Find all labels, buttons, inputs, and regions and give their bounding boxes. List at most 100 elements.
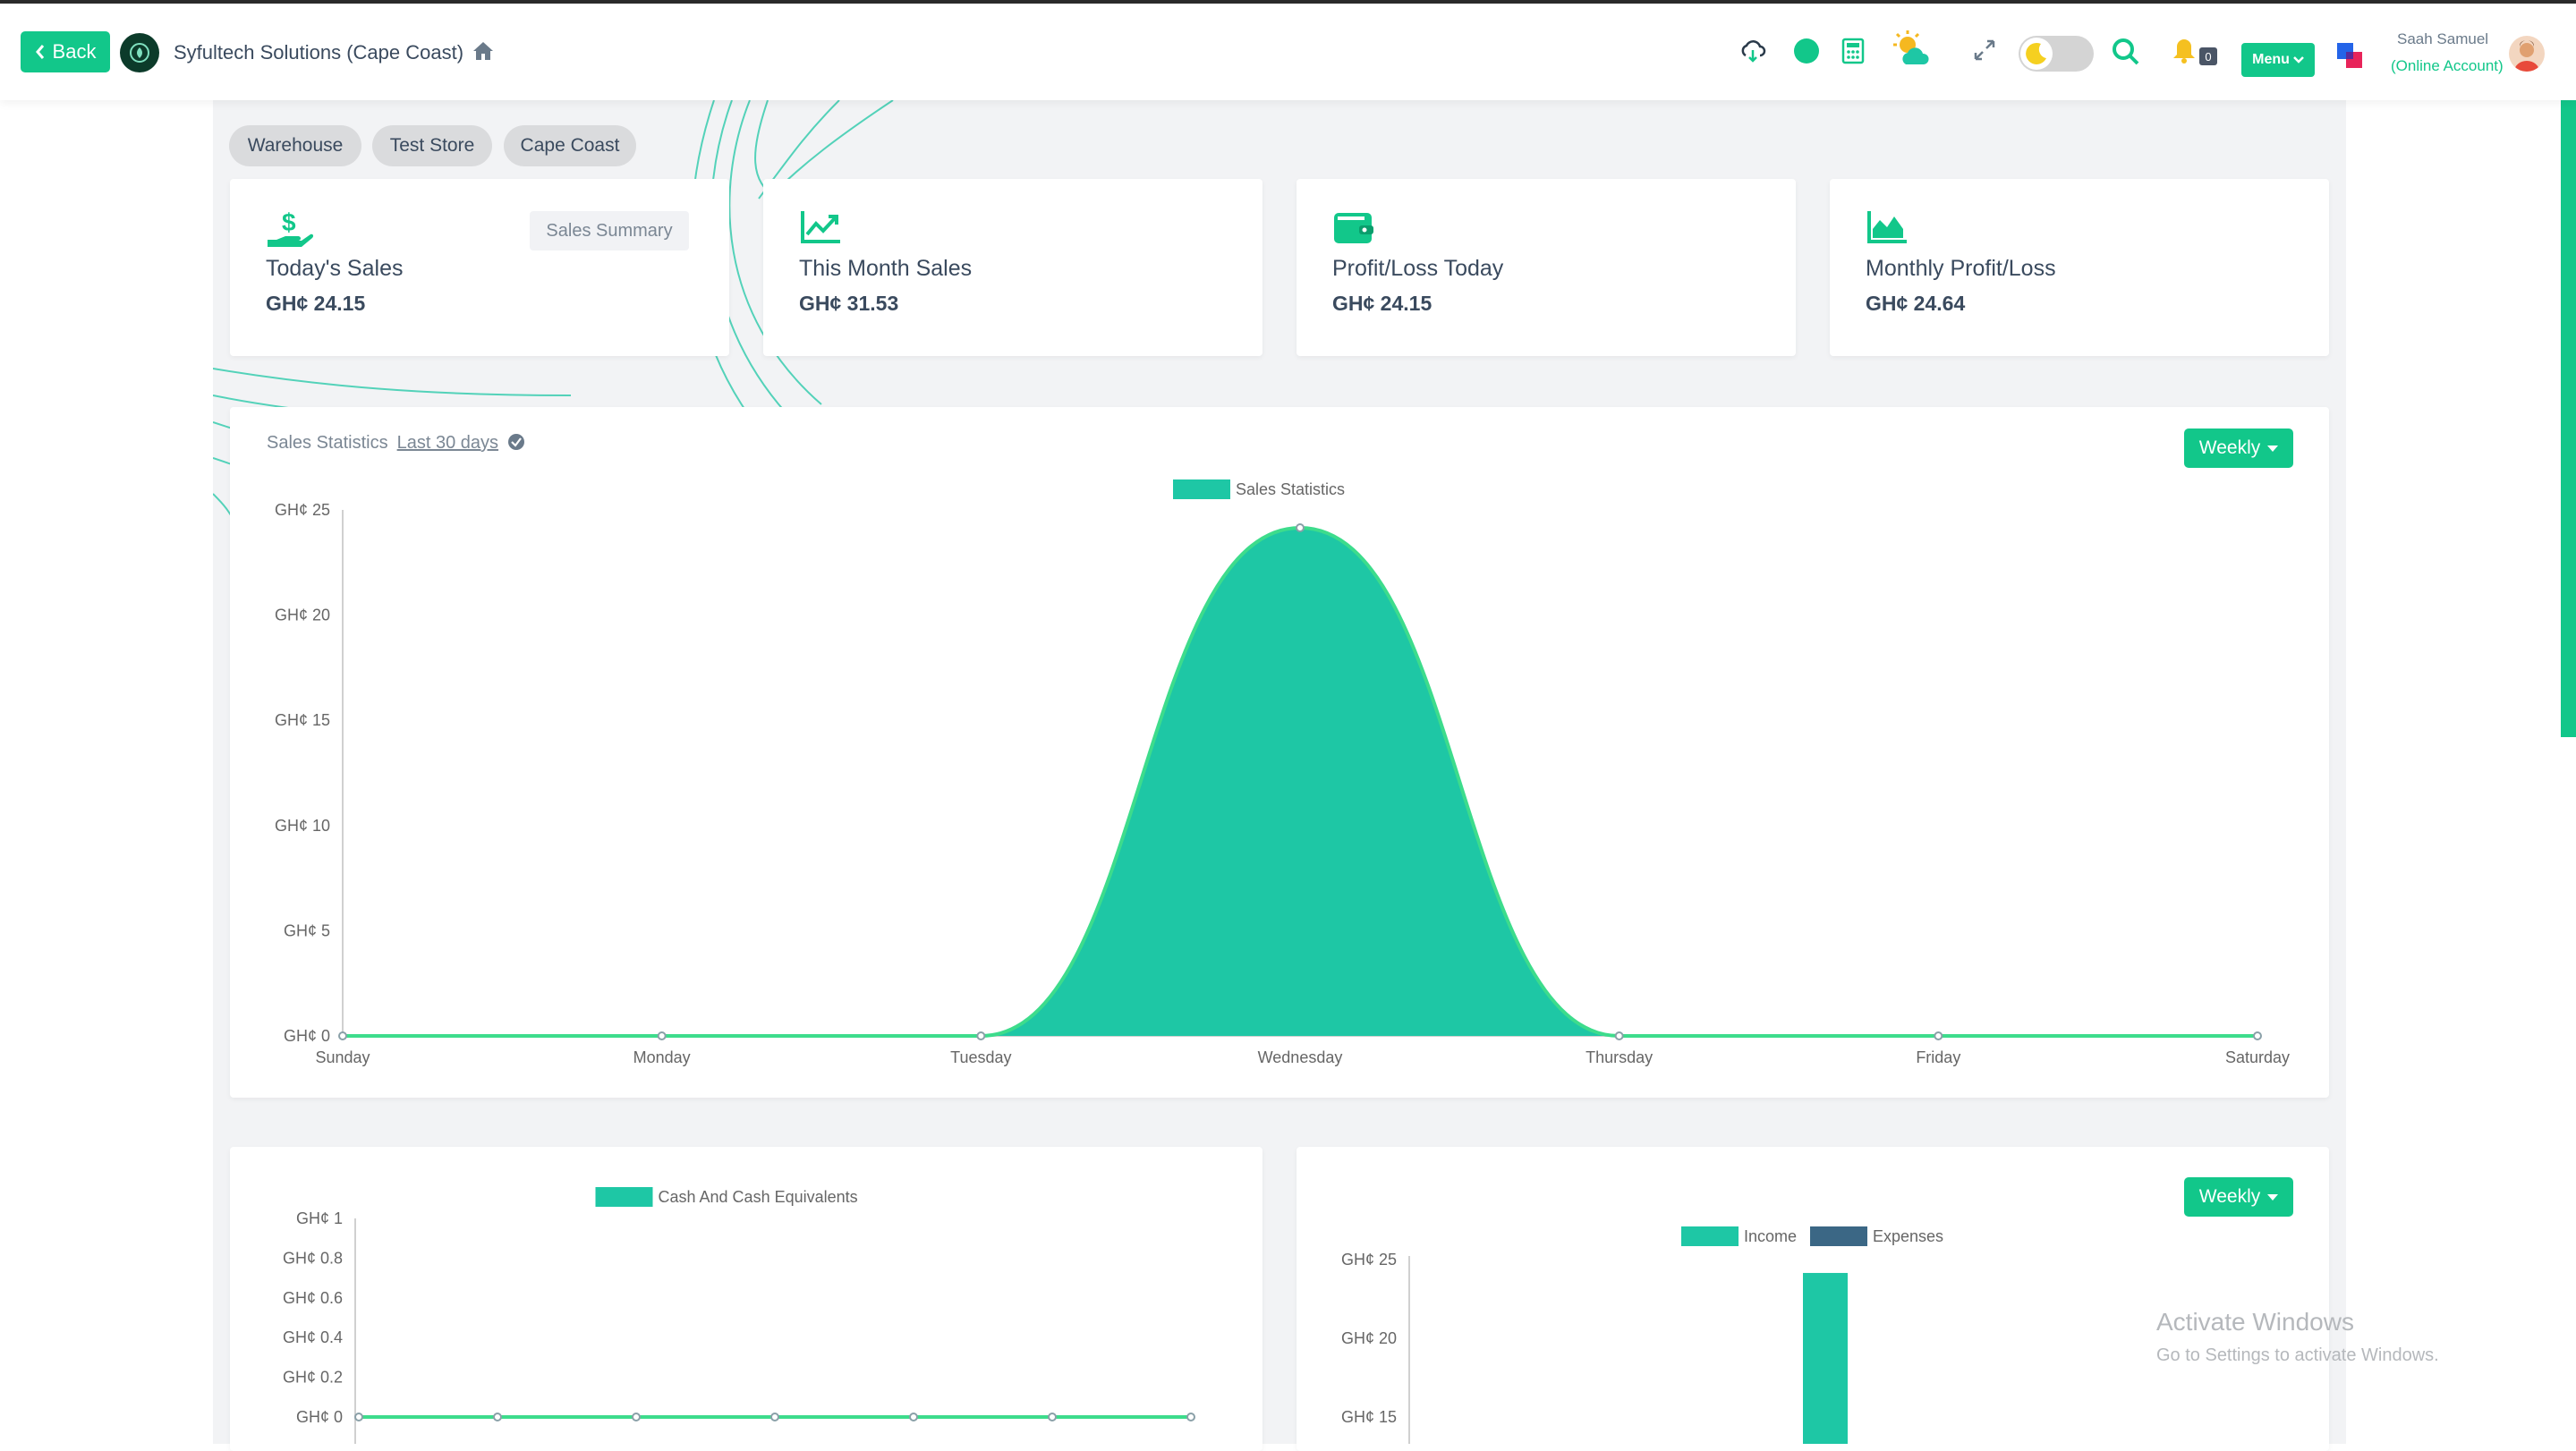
y-tick-label: GH¢ 15 <box>275 711 330 729</box>
stat-label: Profit/Loss Today <box>1332 256 1504 281</box>
stat-value: GH¢ 24.15 <box>266 292 366 315</box>
data-point <box>1048 1413 1057 1421</box>
cloud-sync-icon[interactable] <box>1739 38 1766 64</box>
top-navbar: Back Syfultech Solutions (Cape Coast) 0 … <box>0 4 2576 100</box>
income-expenses-chart: Income Expenses GH¢ 25 GH¢ 20 GH¢ 15 <box>1341 1226 1943 1444</box>
calculator-icon[interactable] <box>1841 38 1865 64</box>
y-tick-label: GH¢ 10 <box>275 817 330 835</box>
activate-windows-title: Activate Windows <box>2156 1308 2354 1336</box>
menu-label: Menu <box>2252 52 2290 67</box>
y-tick-label: GH¢ 0.6 <box>283 1289 343 1307</box>
back-label: Back <box>52 40 97 63</box>
stat-label: Today's Sales <box>266 256 404 281</box>
x-tick-label: Friday <box>1916 1048 1960 1066</box>
avatar[interactable] <box>2509 36 2545 72</box>
menu-button[interactable]: Menu <box>2241 43 2315 77</box>
x-tick-label: Tuesday <box>950 1048 1011 1066</box>
y-tick-label: GH¢ 1 <box>296 1209 343 1227</box>
stat-label: This Month Sales <box>799 256 973 281</box>
company-name: Syfultech Solutions (Cape Coast) <box>174 41 464 64</box>
search-icon[interactable] <box>2112 38 2140 66</box>
svg-text:$: $ <box>282 209 296 236</box>
data-point <box>909 1413 918 1421</box>
sales-statistics-chart: Sales Statistics GH¢ 0 GH¢ 5 GH¢ 10 GH¢ 15 GH… <box>275 479 2290 1066</box>
page-scrollbar[interactable] <box>2561 100 2576 737</box>
sales-weekly-dropdown[interactable]: Weekly <box>2184 429 2293 468</box>
cash-equivalents-chart: Cash And Cash Equivalents GH¢ 0 GH¢ 0.2 GH¢… <box>283 1187 1195 1444</box>
stat-value: GH¢ 24.64 <box>1866 292 1966 315</box>
activate-windows-subtitle: Go to Settings to activate Windows. <box>2156 1345 2439 1365</box>
data-point <box>1614 1031 1624 1040</box>
moon-icon <box>2026 42 2046 64</box>
trend-chart-icon <box>801 211 840 243</box>
user-account-type: (Online Account) <box>2391 57 2504 74</box>
back-button[interactable]: Back <box>21 31 110 72</box>
legend-swatch <box>1810 1226 1867 1246</box>
sales-area <box>343 527 2257 1036</box>
home-icon[interactable] <box>472 41 494 61</box>
x-tick-label: Saturday <box>2225 1048 2290 1066</box>
chevron-down-icon <box>2293 56 2304 64</box>
data-point <box>1296 522 1305 532</box>
y-tick-label: GH¢ 25 <box>1341 1251 1397 1269</box>
x-tick-label: Wednesday <box>1258 1048 1343 1066</box>
hand-dollar-icon: $ <box>268 209 314 247</box>
data-point <box>2253 1031 2262 1040</box>
stat-value: GH¢ 31.53 <box>799 292 899 315</box>
stat-value: GH¢ 24.15 <box>1332 292 1433 315</box>
company-logo <box>120 33 159 72</box>
legend-label: Income <box>1744 1227 1797 1245</box>
chevron-left-icon <box>35 45 44 59</box>
sales-chart-title: Sales Statistics <box>267 433 388 453</box>
caret-down-icon <box>2267 445 2279 452</box>
data-point <box>1186 1413 1195 1421</box>
data-point <box>338 1031 347 1040</box>
data-point <box>770 1413 779 1421</box>
wallet-icon <box>1334 213 1373 243</box>
area-chart-icon <box>1867 211 1907 243</box>
y-tick-label: GH¢ 5 <box>284 921 330 939</box>
bell-icon[interactable] <box>2172 38 2196 64</box>
legend-label: Expenses <box>1873 1227 1943 1245</box>
online-status-icon <box>1794 38 1819 64</box>
x-tick-label: Thursday <box>1586 1048 1653 1066</box>
switch-store-icon[interactable] <box>2335 41 2366 72</box>
fullscreen-icon[interactable] <box>1972 38 1997 63</box>
x-tick-label: Monday <box>633 1048 691 1066</box>
y-tick-label: GH¢ 20 <box>275 607 330 624</box>
weekly-label: Weekly <box>2198 437 2261 458</box>
stat-card-todays-sales: $ Sales Summary Today's Sales GH¢ 24.15 <box>230 179 729 356</box>
weather-icon[interactable] <box>1890 29 1934 73</box>
sales-chart-heading: Sales Statistics Last 30 days <box>267 433 525 454</box>
y-tick-label: GH¢ 0 <box>296 1408 343 1426</box>
toggle-knob <box>2020 38 2053 70</box>
store-tab-test-store[interactable]: Test Store <box>372 125 492 166</box>
y-tick-label: GH¢ 20 <box>1341 1329 1397 1347</box>
data-point <box>354 1413 363 1421</box>
y-tick-label: GH¢ 0.4 <box>283 1328 343 1346</box>
data-point <box>1934 1031 1943 1040</box>
user-name: Saah Samuel <box>2397 30 2489 47</box>
store-tab-warehouse[interactable]: Warehouse <box>229 125 361 166</box>
income-bar <box>1803 1272 1848 1444</box>
y-tick-label: GH¢ 0 <box>284 1027 330 1045</box>
data-point <box>632 1413 641 1421</box>
check-circle-icon[interactable] <box>507 433 525 451</box>
data-point <box>657 1031 667 1040</box>
y-tick-label: GH¢ 15 <box>1341 1408 1397 1426</box>
legend-swatch <box>1173 479 1230 499</box>
notification-badge: 0 <box>2199 47 2217 65</box>
stat-label: Monthly Profit/Loss <box>1866 256 2056 281</box>
x-tick-label: Sunday <box>315 1048 370 1066</box>
sales-summary-button[interactable]: Sales Summary <box>530 211 689 250</box>
y-tick-label: GH¢ 25 <box>275 501 330 519</box>
period-link[interactable]: Last 30 days <box>397 433 498 453</box>
y-tick-label: GH¢ 0.8 <box>283 1249 343 1267</box>
legend-swatch <box>1681 1226 1739 1246</box>
store-tab-cape-coast[interactable]: Cape Coast <box>504 125 636 166</box>
data-point <box>493 1413 502 1421</box>
stat-card-monthly-profit: Monthly Profit/Loss GH¢ 24.64 <box>1830 179 2329 356</box>
legend-label: Sales Statistics <box>1236 480 1345 498</box>
dark-mode-toggle[interactable] <box>2019 36 2094 72</box>
y-tick-label: GH¢ 0.2 <box>283 1369 343 1387</box>
